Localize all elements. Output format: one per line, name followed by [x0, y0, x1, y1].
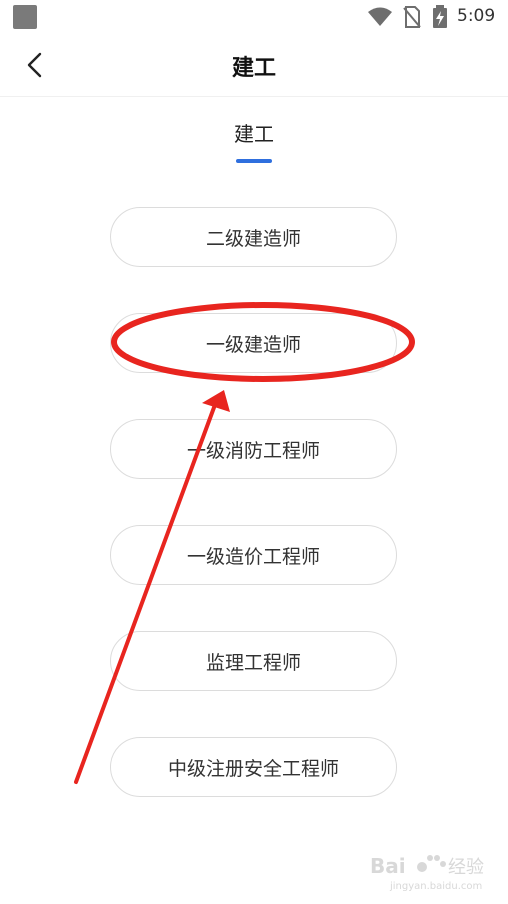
tab-active-indicator	[236, 159, 272, 163]
tab-jiangong[interactable]: 建工	[0, 118, 508, 147]
option-button-4[interactable]: 一级造价工程师	[110, 525, 397, 585]
no-sim-icon	[403, 6, 421, 28]
watermark-url: jingyan.baidu.com	[389, 881, 482, 892]
option-button-5[interactable]: 监理工程师	[110, 631, 397, 691]
battery-charging-icon	[433, 5, 447, 28]
header: 建工	[0, 34, 508, 97]
option-button-3[interactable]: 一级消防工程师	[110, 419, 397, 479]
annotation-arrow-head	[202, 390, 230, 412]
status-time: 5:09	[457, 6, 496, 26]
option-button-2[interactable]: 一级建造师	[110, 313, 397, 373]
paw-icon	[417, 855, 446, 872]
watermark-brand: Bai	[370, 854, 406, 878]
app-square-icon	[13, 5, 37, 29]
status-bar: 5:09	[0, 0, 508, 34]
option-button-6[interactable]: 中级注册安全工程师	[110, 737, 397, 797]
watermark-brand2: 经验	[448, 857, 484, 878]
option-button-1[interactable]: 二级建造师	[110, 207, 397, 267]
page-title: 建工	[231, 56, 276, 81]
wifi-icon	[368, 7, 392, 26]
baidu-jingyan-watermark: Bai 经验 jingyan.baidu.com	[370, 854, 484, 892]
